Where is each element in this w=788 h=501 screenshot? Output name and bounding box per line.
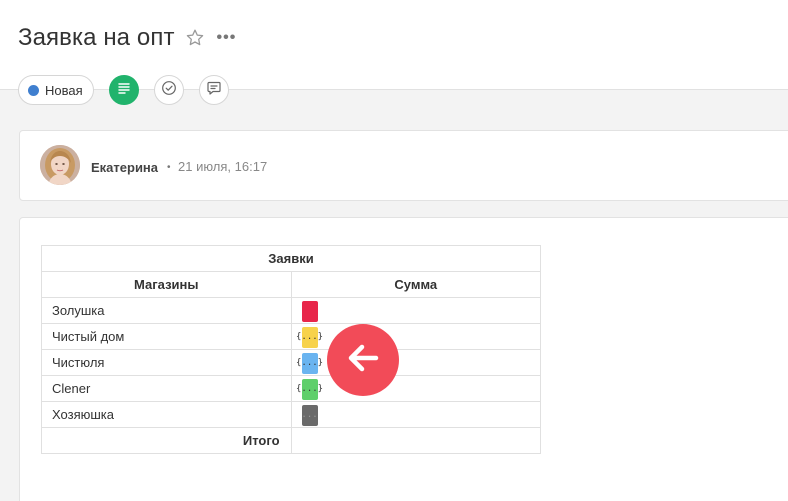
column-header-stores: Магазины (41, 271, 292, 298)
post-body-card: Заявки Магазины Сумма Золушка Чистый дом… (19, 217, 788, 501)
separator-dot: • (167, 162, 171, 173)
check-tab-button[interactable] (153, 75, 184, 105)
status-dot-icon (28, 84, 39, 96)
star-outline-icon[interactable] (185, 28, 205, 48)
formula-chip[interactable]: {...} (296, 378, 323, 400)
store-name: Clener (41, 375, 292, 402)
store-name: Золушка (41, 297, 292, 324)
total-label: Итого (41, 427, 292, 454)
formula-chip[interactable]: {...} (296, 326, 323, 348)
store-name: Чистюля (41, 349, 292, 376)
avatar[interactable] (40, 145, 80, 185)
formula-chip[interactable]: {...} (296, 352, 323, 374)
document-lines-icon (117, 81, 131, 100)
more-horizontal-icon[interactable]: ••• (217, 28, 237, 48)
status-label: Новая (45, 82, 83, 98)
store-name: Чистый дом (41, 323, 292, 350)
actions-row: Новая (18, 75, 229, 105)
table-row: Clener {...} (41, 375, 542, 402)
back-arrow-button[interactable] (327, 324, 399, 396)
sum-cell[interactable]: ... (290, 401, 542, 428)
store-name: Хозяюшка (41, 401, 292, 428)
sum-cell[interactable]: {...} (290, 375, 542, 402)
table-total-row: Итого (41, 427, 542, 454)
check-circle-icon (161, 80, 177, 101)
post-date: 21 июля, 16:17 (178, 159, 268, 174)
author-name[interactable]: Екатерина (91, 160, 158, 175)
document-tab-button[interactable] (108, 75, 139, 105)
column-header-sum: Сумма (290, 271, 542, 298)
formula-chip[interactable]: ... (301, 404, 318, 426)
comment-tab-button[interactable] (198, 75, 229, 105)
sum-cell[interactable]: {...} (290, 323, 542, 350)
comment-icon (206, 80, 222, 101)
sum-cell[interactable] (290, 297, 542, 324)
table-row: Чистый дом {...} (41, 323, 542, 350)
post-author-card: Екатерина • 21 июля, 16:17 (19, 130, 788, 201)
title-row: Заявка на опт ••• (18, 24, 236, 52)
status-pill[interactable]: Новая (18, 75, 94, 105)
orders-table: Заявки Магазины Сумма Золушка Чистый дом… (41, 245, 542, 454)
arrow-left-icon (343, 338, 383, 383)
table-row: Чистюля {...} (41, 349, 542, 376)
table-row: Золушка (41, 297, 542, 324)
table-row: Хозяюшка ... (41, 401, 542, 428)
table-title: Заявки (41, 245, 541, 272)
top-bar: Заявка на опт ••• Новая (0, 0, 788, 105)
total-sum-cell[interactable] (290, 427, 542, 454)
page-title: Заявка на опт (18, 24, 175, 51)
formula-chip[interactable] (301, 300, 318, 322)
